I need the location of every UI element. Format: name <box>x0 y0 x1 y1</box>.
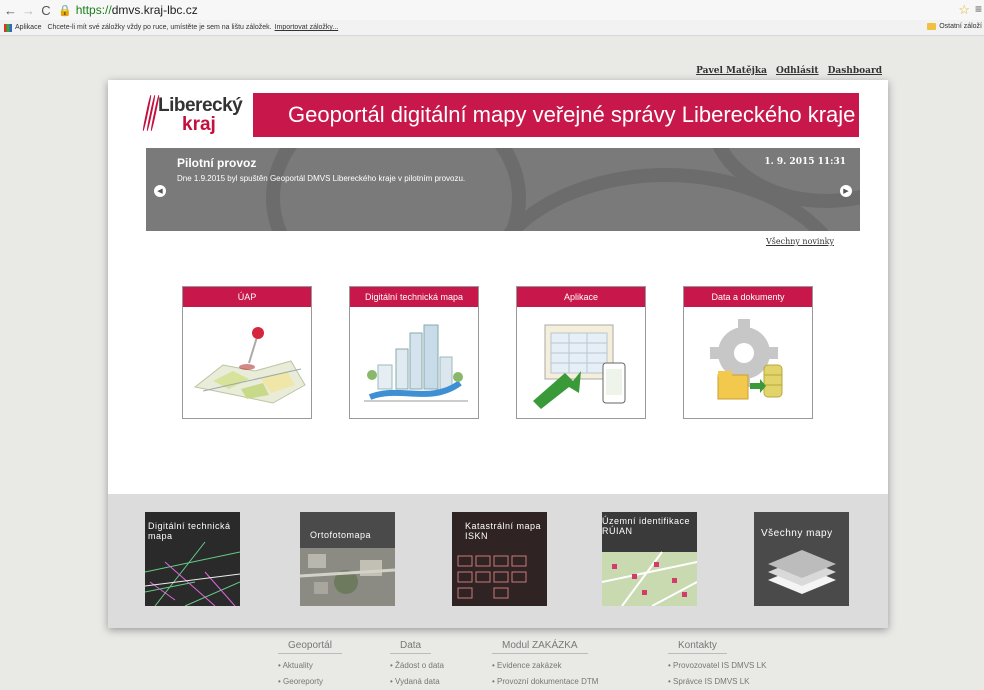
url-host: dmvs.kraj-lbc.cz <box>111 3 198 17</box>
map-katastr-label: Katastrální mapa ISKN <box>465 521 542 541</box>
footer-geoportal: Geoportál Aktuality Georeporty <box>278 640 342 690</box>
bookmark-star-icon[interactable]: ☆ <box>958 2 970 18</box>
logo-line2: kraj <box>182 114 216 135</box>
logout-link[interactable]: Odhlásit <box>776 66 819 76</box>
dashboard-link[interactable]: Dashboard <box>828 66 882 76</box>
map-dtm[interactable]: Digitální technická mapa <box>145 512 240 606</box>
reload-icon[interactable]: C <box>40 3 52 18</box>
news-title: Pilotní provoz <box>177 156 257 170</box>
folder-icon <box>927 23 937 30</box>
footer-link[interactable]: Žádost o data <box>390 661 444 670</box>
other-bookmarks-label: Ostatní záloží <box>939 23 982 30</box>
news-slider: Pilotní provoz Dne 1.9.2015 byl spuštěn … <box>146 148 860 231</box>
footer-geoportal-title[interactable]: Geoportál <box>278 640 342 654</box>
url-protocol: https:// <box>75 3 112 17</box>
tile-dtm-label: Digitální technická mapa <box>350 287 478 307</box>
prev-arrow-icon[interactable]: ◀ <box>154 185 166 197</box>
tile-uap-label: ÚAP <box>183 287 311 307</box>
map-ruian-label: Územní identifikace RÚIAN <box>602 516 691 536</box>
footer-kontakty: Kontakty Provozovatel IS DMVS LK Správce… <box>668 640 766 690</box>
tile-aplikace-label: Aplikace <box>517 287 645 307</box>
footer-link[interactable]: Vydaná data <box>390 677 444 686</box>
layers-icon <box>768 550 836 594</box>
address-bar[interactable]: https://dmvs.kraj-lbc.cz <box>76 3 198 17</box>
all-news-link[interactable]: Všechny novinky <box>766 237 834 246</box>
map-ortofoto-label: Ortofotomapa <box>310 530 372 540</box>
menu-icon[interactable]: ≡ <box>975 2 982 16</box>
main-card: Liberecký kraj Geoportál digitální mapy … <box>108 80 888 628</box>
map-all[interactable]: Všechny mapy <box>754 512 849 606</box>
map-all-label: Všechny mapy <box>761 528 833 539</box>
news-background-shape <box>266 148 526 231</box>
footer: Geoportál Aktuality Georeporty Data Žádo… <box>0 640 984 690</box>
tile-dtm[interactable]: Digitální technická mapa <box>349 286 479 419</box>
apps-icon[interactable] <box>4 23 12 32</box>
ortofoto-preview-icon <box>300 512 395 606</box>
next-arrow-icon[interactable]: ▶ <box>840 185 852 197</box>
footer-link[interactable]: Evidence zakázek <box>492 661 598 670</box>
news-date: 1. 9. 2015 11:31 <box>764 157 846 167</box>
forward-icon[interactable]: → <box>22 3 35 18</box>
page-title-banner: Geoportál digitální mapy veřejné správy … <box>253 93 859 137</box>
tile-data-dokumenty[interactable]: Data a dokumenty <box>683 286 813 419</box>
bookmarks-bar: Aplikace Chcete-li mít své záložky vždy … <box>0 20 984 36</box>
gear-documents-icon <box>710 319 783 400</box>
footer-data-title[interactable]: Data <box>390 640 432 654</box>
footer-link[interactable]: Správce IS DMVS LK <box>668 677 766 686</box>
lock-icon: 🔒 <box>58 4 72 17</box>
browser-toolbar: ← → C 🔒 https://dmvs.kraj-lbc.cz ☆ ≡ <box>0 0 984 20</box>
tile-data-dokumenty-label: Data a dokumenty <box>684 287 812 307</box>
bookmarks-hint: Chcete-li mít své záložky vždy po ruce, … <box>47 24 272 31</box>
map-pin-icon <box>193 327 306 404</box>
tile-uap[interactable]: ÚAP <box>182 286 312 419</box>
map-katastr[interactable]: Katastrální mapa ISKN <box>452 512 547 606</box>
city-icon <box>364 324 468 402</box>
map-strip: Digitální technická mapa Ortofotomapa Ka… <box>108 494 888 628</box>
page-title: Geoportál digitální mapy veřejné správy … <box>288 102 856 127</box>
footer-link[interactable]: Aktuality <box>278 661 342 670</box>
liberecky-kraj-logo[interactable]: Liberecký kraj <box>142 93 244 135</box>
map-dtm-label: Digitální technická mapa <box>148 521 231 541</box>
map-ortofoto[interactable]: Ortofotomapa <box>300 512 395 606</box>
user-name-link[interactable]: Pavel Matějka <box>696 66 767 76</box>
back-icon[interactable]: ← <box>4 3 17 18</box>
import-bookmarks-link[interactable]: Importovat záložky... <box>275 24 339 31</box>
map-ruian[interactable]: Územní identifikace RÚIAN <box>602 512 697 606</box>
footer-link[interactable]: Provozovatel IS DMVS LK <box>668 661 766 670</box>
bookmarks-apps[interactable]: Aplikace <box>15 24 41 31</box>
user-bar: Pavel Matějka Odhlásit Dashboard <box>696 66 882 76</box>
footer-data: Data Žádost o data Vydaná data <box>390 640 444 690</box>
other-bookmarks[interactable]: Ostatní záloží <box>927 23 982 30</box>
tile-aplikace[interactable]: Aplikace <box>516 286 646 419</box>
footer-link[interactable]: Provozní dokumentace DTM <box>492 677 598 686</box>
footer-link[interactable]: Georeporty <box>278 677 342 686</box>
footer-kontakty-title[interactable]: Kontakty <box>668 640 727 654</box>
application-icon <box>533 324 626 409</box>
news-text: Dne 1.9.2015 byl spuštěn Geoportál DMVS … <box>177 174 466 183</box>
footer-zakazka: Modul ZAKÁZKA Evidence zakázek Provozní … <box>492 640 598 690</box>
footer-zakazka-title[interactable]: Modul ZAKÁZKA <box>492 640 588 654</box>
